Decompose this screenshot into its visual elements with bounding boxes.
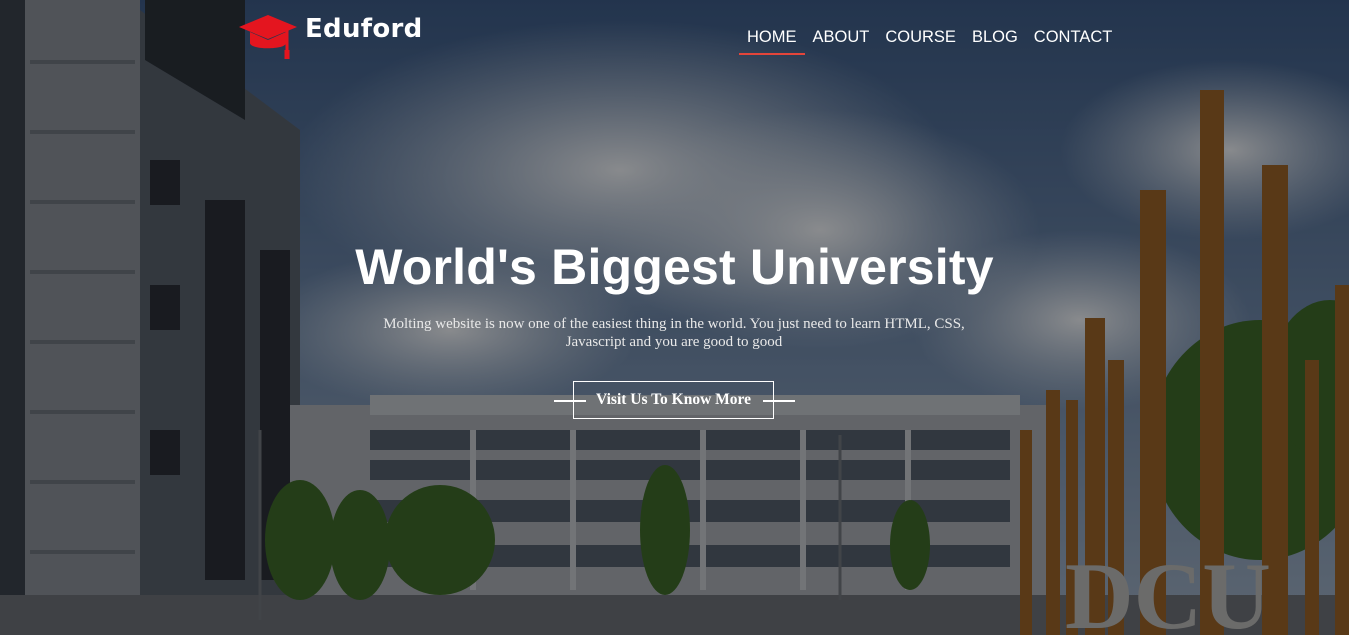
nav-item-course[interactable]: COURSE (877, 26, 964, 55)
visit-us-button[interactable]: Visit Us To Know More (573, 381, 774, 419)
brand-name: Eduford (305, 14, 423, 44)
hero-title: World's Biggest University (355, 239, 994, 295)
brand-logo[interactable]: Eduford (237, 10, 423, 62)
cta-right-line (763, 400, 795, 402)
hero-section: DCU Eduford HOME ABOUT COURSE BLOG CONTA… (0, 0, 1349, 635)
hero-description: Molting website is now one of the easies… (383, 316, 965, 350)
nav-item-blog[interactable]: BLOG (964, 26, 1026, 55)
main-nav: HOME ABOUT COURSE BLOG CONTACT (739, 26, 1120, 55)
cta-group: Visit Us To Know More (554, 381, 795, 421)
nav-item-contact[interactable]: CONTACT (1026, 26, 1121, 55)
nav-item-home[interactable]: HOME (739, 26, 805, 55)
graduation-cap-icon (239, 15, 297, 59)
nav-item-about[interactable]: ABOUT (805, 26, 878, 55)
